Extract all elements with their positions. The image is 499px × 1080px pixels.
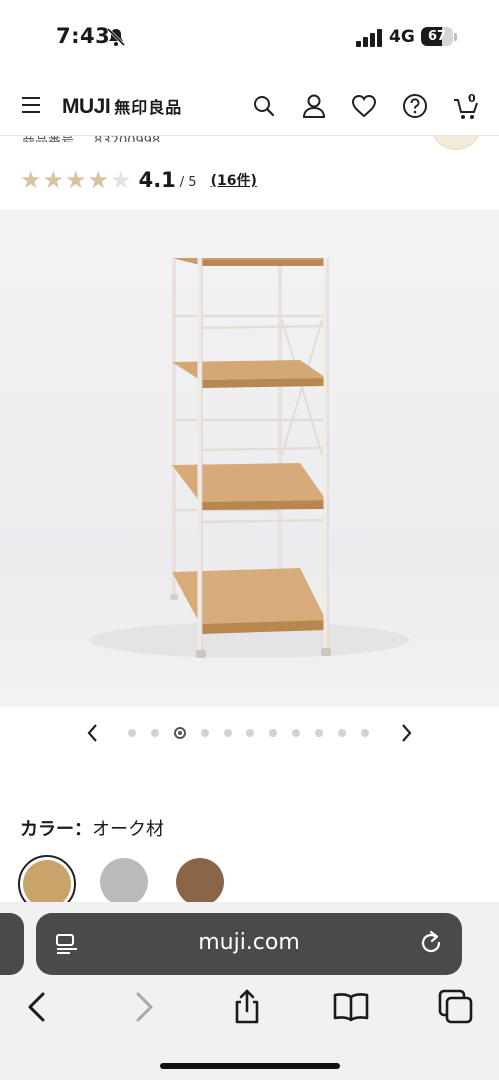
signal-icon xyxy=(356,29,382,47)
carousel-dot[interactable] xyxy=(128,729,136,737)
carousel-dot[interactable] xyxy=(315,729,324,737)
tabs-icon[interactable] xyxy=(437,988,475,1026)
carousel-dot[interactable] xyxy=(173,727,186,739)
rating-max: / 5 xyxy=(179,175,197,190)
carousel-dot[interactable] xyxy=(223,729,232,737)
back-icon[interactable] xyxy=(18,988,56,1026)
image-carousel-controls xyxy=(0,716,499,750)
previous-tab-peek[interactable] xyxy=(0,913,24,975)
muji-logo[interactable]: MUJI 無印良品 xyxy=(62,94,182,119)
product-image[interactable] xyxy=(0,210,499,707)
swatch-gray[interactable] xyxy=(100,858,148,906)
search-icon[interactable] xyxy=(251,93,277,119)
color-label-key: カラー： xyxy=(20,819,92,840)
menu-icon[interactable] xyxy=(22,97,40,113)
battery-icon: 67 xyxy=(421,26,457,48)
account-icon[interactable] xyxy=(301,93,327,119)
status-time: 7:43 xyxy=(56,24,111,48)
reload-icon[interactable] xyxy=(417,929,445,957)
site-header: MUJI 無印良品 0 xyxy=(0,78,499,136)
carousel-dot[interactable] xyxy=(200,729,209,737)
review-count-link[interactable]: (16件) xyxy=(211,170,257,190)
shelf-illustration xyxy=(90,258,410,658)
chevron-right-icon[interactable] xyxy=(396,722,416,744)
bell-slash-icon xyxy=(106,27,126,47)
star-icon: ★ xyxy=(87,166,110,194)
star-icon: ★ xyxy=(110,166,132,194)
carousel-dot[interactable] xyxy=(338,729,347,737)
rating-score: 4.1 xyxy=(138,168,176,192)
star-icon: ★ xyxy=(42,166,65,194)
carousel-dot[interactable] xyxy=(269,729,278,737)
carousel-dot[interactable] xyxy=(360,729,369,737)
logo-jp-text: 無印良品 xyxy=(114,100,183,117)
network-label: 4G xyxy=(389,27,415,47)
swatch-walnut[interactable] xyxy=(176,858,224,906)
help-icon[interactable] xyxy=(402,93,428,119)
logo-text: MUJI xyxy=(62,95,111,118)
carousel-dot[interactable] xyxy=(292,729,301,737)
share-icon[interactable] xyxy=(228,988,266,1026)
address-bar[interactable]: muji.com xyxy=(36,913,462,975)
star-icon: ★ xyxy=(65,166,87,194)
carousel-dot[interactable] xyxy=(150,729,159,737)
color-label-value: オーク材 xyxy=(92,819,164,840)
rating-row: ★ ★ ★ ★ ★ 4.1 / 5 (16件) xyxy=(20,166,257,194)
url-text: muji.com xyxy=(198,930,300,955)
cart-count: 0 xyxy=(468,92,476,105)
color-label: カラー：オーク材 xyxy=(20,815,164,841)
chevron-left-icon[interactable] xyxy=(83,722,103,744)
heart-icon[interactable] xyxy=(351,93,377,119)
carousel-dot[interactable] xyxy=(246,729,255,737)
bookmarks-icon[interactable] xyxy=(332,988,370,1026)
forward-icon[interactable] xyxy=(125,988,163,1026)
star-rating: ★ ★ ★ ★ ★ xyxy=(20,167,133,193)
swatch-oak[interactable] xyxy=(23,860,71,908)
home-indicator[interactable] xyxy=(160,1063,340,1069)
status-bar: 7:43 4G 67 xyxy=(0,0,499,76)
carousel-dots xyxy=(128,727,384,739)
star-icon: ★ xyxy=(20,166,42,194)
battery-percent: 67 xyxy=(427,29,447,44)
